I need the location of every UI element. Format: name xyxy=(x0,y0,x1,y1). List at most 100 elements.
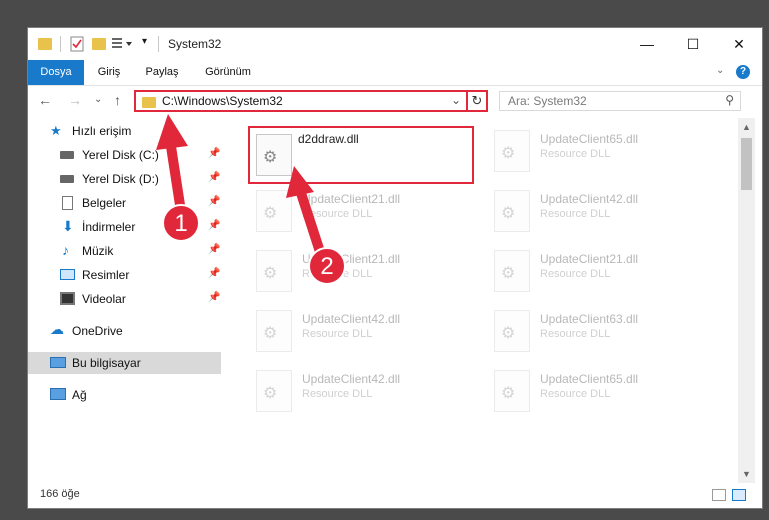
details-view-icon[interactable] xyxy=(712,489,726,501)
search-icon[interactable]: ⚲ xyxy=(725,93,734,107)
file-name: UpdateClient21.dll xyxy=(302,252,401,266)
file-name: UpdateClient65.dll xyxy=(540,372,639,386)
file-name: UpdateClient42.dll xyxy=(540,192,639,206)
dll-file-icon: ⚙ xyxy=(494,130,530,172)
chevron-down-icon[interactable]: ⌄ xyxy=(451,93,461,107)
nav-item-videos[interactable]: Videolar 📌 xyxy=(28,288,221,310)
nav-label: Resimler xyxy=(82,268,130,282)
address-path[interactable]: C:\Windows\System32 xyxy=(162,94,283,108)
file-item-d2ddraw[interactable]: ⚙ d2ddraw.dll xyxy=(248,126,474,184)
dll-file-icon: ⚙ xyxy=(494,310,530,352)
refresh-button[interactable]: ↻ xyxy=(466,90,488,112)
nav-label: Hızlı erişim xyxy=(72,124,132,138)
gear-icon: ⚙ xyxy=(263,149,278,166)
pin-icon[interactable]: 📌 xyxy=(208,172,220,183)
drive-icon xyxy=(60,151,74,159)
recent-locations-icon[interactable]: ⌄ xyxy=(94,94,102,105)
file-type: Resource DLL xyxy=(302,268,373,280)
explorer-window: ▾ System32 — ☐ ✕ Dosya Giriş Paylaş Görü… xyxy=(28,28,762,508)
gear-icon: ⚙ xyxy=(263,385,278,402)
pin-icon[interactable]: 📌 xyxy=(208,268,220,279)
nav-item-disk-d[interactable]: Yerel Disk (D:) 📌 xyxy=(28,168,221,190)
pin-icon[interactable]: 📌 xyxy=(208,196,220,207)
search-input[interactable]: Ara: System32 ⚲ xyxy=(499,91,741,111)
nav-item-documents[interactable]: Belgeler 📌 xyxy=(28,192,221,214)
nav-label: OneDrive xyxy=(72,324,123,338)
file-type: Resource DLL xyxy=(540,328,611,340)
nav-item-pictures[interactable]: Resimler 📌 xyxy=(28,264,221,286)
close-button[interactable]: ✕ xyxy=(716,28,762,60)
file-item[interactable]: ⚙ UpdateClient63.dll Resource DLL xyxy=(488,304,718,356)
gear-icon: ⚙ xyxy=(501,205,516,222)
back-arrow-icon[interactable]: ← xyxy=(38,92,52,108)
computer-icon xyxy=(50,357,66,368)
network-icon xyxy=(50,388,66,400)
help-icon[interactable]: ? xyxy=(736,65,750,79)
nav-label: Ağ xyxy=(72,388,87,402)
tab-dosya[interactable]: Dosya xyxy=(28,60,84,85)
nav-label: İndirmeler xyxy=(82,220,136,234)
file-type: Resource DLL xyxy=(302,208,373,220)
nav-item-downloads[interactable]: ⬇ İndirmeler 📌 xyxy=(28,216,221,238)
tab-paylas[interactable]: Paylaş xyxy=(134,60,190,85)
nav-item-quick-access[interactable]: ★ Hızlı erişim xyxy=(28,120,221,142)
divider xyxy=(158,36,159,52)
minimize-button[interactable]: — xyxy=(624,28,670,60)
file-name: UpdateClient42.dll xyxy=(302,372,401,386)
up-arrow-icon[interactable]: ↑ xyxy=(114,92,121,108)
chevron-down-icon[interactable]: ▾ xyxy=(142,36,147,52)
nav-item-onedrive[interactable]: ☁ OneDrive xyxy=(28,320,221,342)
status-bar: 166 öğe xyxy=(28,484,762,508)
tab-gorunum[interactable]: Görünüm xyxy=(190,60,266,85)
file-item[interactable]: ⚙ UpdateClient42.dll Resource DLL xyxy=(250,364,480,416)
file-name: UpdateClient21.dll xyxy=(540,252,639,266)
file-name: UpdateClient21.dll xyxy=(302,192,401,206)
file-item[interactable]: ⚙ UpdateClient42.dll Resource DLL xyxy=(250,304,480,356)
nav-item-disk-c[interactable]: Yerel Disk (C:) 📌 xyxy=(28,144,221,166)
pin-icon[interactable]: 📌 xyxy=(208,148,220,159)
nav-item-this-pc[interactable]: Bu bilgisayar xyxy=(28,352,221,374)
folder-icon xyxy=(38,38,52,50)
nav-item-music[interactable]: ♪ Müzik 📌 xyxy=(28,240,221,262)
nav-item-network[interactable]: Ağ xyxy=(28,384,221,406)
gear-icon: ⚙ xyxy=(263,325,278,342)
large-icons-view-icon[interactable] xyxy=(732,489,746,501)
pictures-icon xyxy=(60,269,75,280)
nav-label: Yerel Disk (D:) xyxy=(82,172,159,186)
file-item[interactable]: ⚙ UpdateClient21.dll Resource DLL xyxy=(250,184,480,236)
file-item[interactable]: ⚙ UpdateClient42.dll Resource DLL xyxy=(488,184,718,236)
vertical-scrollbar[interactable]: ▲ ▼ xyxy=(738,118,755,483)
file-type: Resource DLL xyxy=(302,388,373,400)
new-folder-icon[interactable] xyxy=(92,38,106,50)
file-item[interactable]: ⚙ UpdateClient21.dll Resource DLL xyxy=(250,244,480,296)
scroll-thumb[interactable] xyxy=(741,138,752,190)
pin-icon[interactable]: 📌 xyxy=(208,292,220,303)
customize-toolbar-icon[interactable] xyxy=(112,37,134,53)
tab-giris[interactable]: Giriş xyxy=(84,60,134,85)
navigation-pane: ★ Hızlı erişim Yerel Disk (C:) 📌 Yerel D… xyxy=(28,118,221,483)
expand-ribbon-icon[interactable]: ⌄ xyxy=(716,65,724,76)
nav-label: Videolar xyxy=(82,292,126,306)
window-title: System32 xyxy=(168,37,222,51)
pin-icon[interactable]: 📌 xyxy=(208,220,220,231)
scroll-up-icon[interactable]: ▲ xyxy=(742,122,751,132)
address-bar[interactable]: C:\Windows\System32 ⌄ xyxy=(134,90,486,112)
folder-icon xyxy=(142,97,156,108)
title-bar: ▾ System32 — ☐ ✕ xyxy=(28,28,762,60)
dll-file-icon: ⚙ xyxy=(494,370,530,412)
maximize-button[interactable]: ☐ xyxy=(670,28,716,60)
dll-file-icon: ⚙ xyxy=(494,250,530,292)
music-icon: ♪ xyxy=(62,242,69,258)
forward-arrow-icon[interactable]: → xyxy=(68,92,82,108)
pin-icon[interactable]: 📌 xyxy=(208,244,220,255)
scroll-down-icon[interactable]: ▼ xyxy=(742,469,751,479)
divider xyxy=(60,36,61,52)
dll-file-icon: ⚙ xyxy=(256,370,292,412)
file-item[interactable]: ⚙ UpdateClient65.dll Resource DLL xyxy=(488,124,718,176)
file-name: UpdateClient65.dll xyxy=(540,132,639,146)
properties-icon[interactable] xyxy=(70,36,84,52)
file-name: d2ddraw.dll xyxy=(298,132,359,146)
file-item[interactable]: ⚙ UpdateClient21.dll Resource DLL xyxy=(488,244,718,296)
file-item[interactable]: ⚙ UpdateClient65.dll Resource DLL xyxy=(488,364,718,416)
dll-file-icon: ⚙ xyxy=(494,190,530,232)
